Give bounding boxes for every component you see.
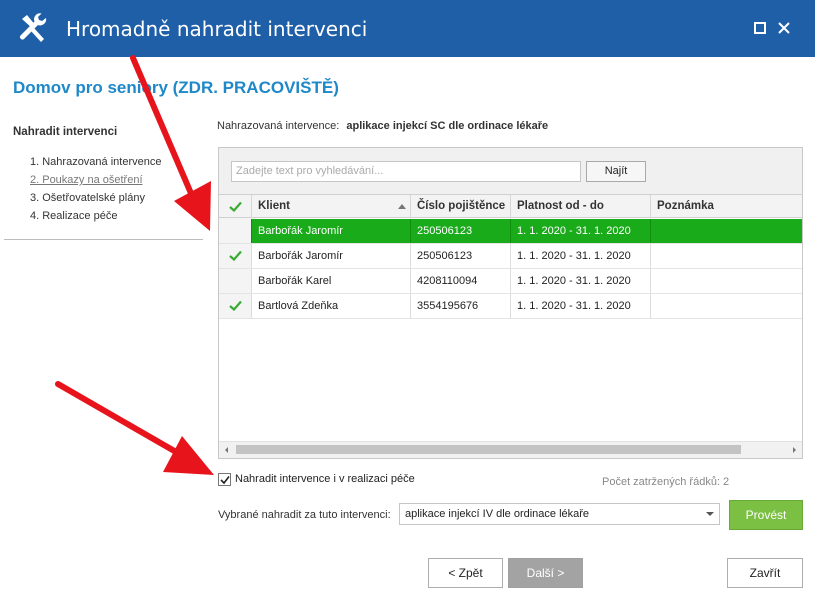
table-row[interactable]: Barbořák Jaromír 250506123 1. 1. 2020 - …	[219, 244, 802, 269]
row-check-cell[interactable]	[219, 294, 252, 318]
facility-title: Domov pro seniory (ZDR. PRACOVIŠTĚ)	[13, 78, 339, 97]
back-button[interactable]: < Zpět	[428, 558, 503, 588]
column-header-client[interactable]: Klient	[252, 195, 411, 218]
cell-note	[651, 219, 802, 243]
scroll-right-icon[interactable]	[793, 447, 796, 453]
table-row[interactable]: Barbořák Karel 4208110094 1. 1. 2020 - 3…	[219, 269, 802, 294]
wizard-steps: 1. Nahrazovaná intervence 2. Poukazy na …	[30, 156, 161, 228]
replaced-intervention-value: aplikace injekcí SC dle ordinace lékaře	[346, 120, 549, 132]
annotation-arrow-icon	[55, 381, 214, 475]
column-header-insurance-no[interactable]: Číslo pojištěnce	[411, 195, 511, 218]
sort-ascending-icon	[398, 204, 406, 209]
target-intervention-value: aplikace injekcí IV dle ordinace lékaře	[405, 508, 590, 520]
cell-note	[651, 269, 802, 293]
wizard-step-3[interactable]: 3. Ošetřovatelské plány	[30, 192, 161, 210]
maximize-icon[interactable]	[752, 20, 768, 36]
table-row[interactable]: Bartlová Zdeňka 3554195676 1. 1. 2020 - …	[219, 294, 802, 319]
next-button[interactable]: Další >	[508, 558, 583, 588]
window-title: Hromadně nahradit intervenci	[66, 17, 368, 41]
wizard-step-4[interactable]: 4. Realizace péče	[30, 210, 161, 228]
row-check-cell[interactable]	[219, 269, 252, 293]
checkmark-icon	[220, 476, 230, 485]
close-button[interactable]: Zavřít	[727, 558, 803, 588]
tools-icon	[20, 13, 47, 42]
grid-header: Klient Číslo pojištěnce Platnost od - do…	[219, 194, 802, 218]
cell-insurance-no: 3554195676	[411, 294, 511, 318]
target-intervention-label: Vybrané nahradit za tuto intervenci:	[218, 509, 391, 521]
search-bar: Zadejte text pro vyhledávání... Najít	[219, 148, 802, 194]
cell-client: Barbořák Jaromír	[252, 244, 411, 268]
execute-button[interactable]: Provést	[729, 500, 803, 530]
wizard-step-1[interactable]: 1. Nahrazovaná intervence	[30, 156, 161, 174]
cell-insurance-no: 250506123	[411, 219, 511, 243]
check-icon	[229, 300, 242, 311]
column-header-client-label: Klient	[258, 200, 290, 212]
target-intervention-select[interactable]: aplikace injekcí IV dle ordinace lékaře	[399, 503, 720, 525]
cell-client: Bartlová Zdeňka	[252, 294, 411, 318]
column-header-note[interactable]: Poznámka	[651, 195, 802, 218]
header-check-all[interactable]	[219, 195, 252, 218]
checked-rows-count: Počet zatržených řádků: 2	[602, 476, 730, 488]
wizard-step-2[interactable]: 2. Poukazy na ošetření	[30, 174, 161, 192]
cell-note	[651, 244, 802, 268]
check-icon	[229, 250, 242, 261]
row-check-cell[interactable]	[219, 244, 252, 268]
scroll-thumb[interactable]	[236, 445, 741, 454]
title-bar: Hromadně nahradit intervenci	[0, 0, 815, 57]
cell-validity: 1. 1. 2020 - 31. 1. 2020	[511, 244, 651, 268]
clients-grid: Zadejte text pro vyhledávání... Najít Kl…	[218, 147, 803, 459]
cell-client: Barbořák Karel	[252, 269, 411, 293]
scroll-left-icon[interactable]	[225, 447, 228, 453]
cell-insurance-no: 4208110094	[411, 269, 511, 293]
search-input[interactable]: Zadejte text pro vyhledávání...	[231, 161, 581, 182]
close-icon[interactable]	[776, 20, 792, 36]
horizontal-scrollbar[interactable]	[219, 441, 802, 458]
replaced-intervention: Nahrazovaná intervence: aplikace injekcí…	[217, 120, 548, 132]
table-row[interactable]: Barbořák Jaromír 250506123 1. 1. 2020 - …	[219, 219, 802, 244]
wizard-heading: Nahradit intervenci	[13, 126, 118, 138]
dropdown-arrow-icon[interactable]	[706, 512, 714, 516]
check-icon	[229, 201, 242, 212]
cell-validity: 1. 1. 2020 - 31. 1. 2020	[511, 269, 651, 293]
column-header-validity[interactable]: Platnost od - do	[511, 195, 651, 218]
replaced-intervention-label: Nahrazovaná intervence:	[217, 120, 340, 132]
replace-in-care-checkbox[interactable]	[218, 473, 231, 486]
cell-validity: 1. 1. 2020 - 31. 1. 2020	[511, 219, 651, 243]
cell-note	[651, 294, 802, 318]
nav-divider	[4, 239, 203, 240]
cell-validity: 1. 1. 2020 - 31. 1. 2020	[511, 294, 651, 318]
row-check-cell[interactable]	[219, 219, 252, 243]
cell-client: Barbořák Jaromír	[252, 219, 411, 243]
replace-in-care-label[interactable]: Nahradit intervence i v realizaci péče	[235, 473, 415, 485]
cell-insurance-no: 250506123	[411, 244, 511, 268]
search-button[interactable]: Najít	[586, 161, 646, 182]
